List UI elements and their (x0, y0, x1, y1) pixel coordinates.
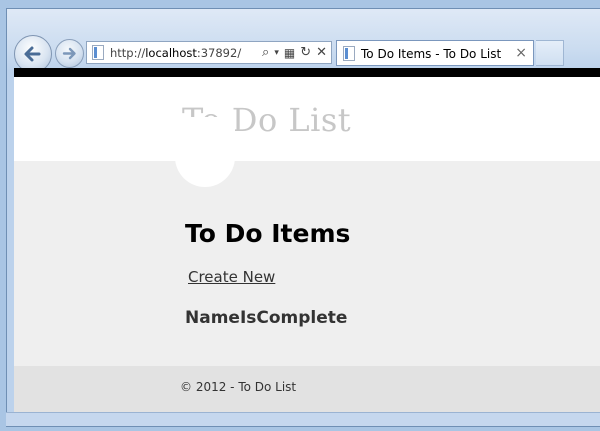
tab-title: To Do Items - To Do List (361, 47, 502, 61)
forward-button[interactable] (55, 39, 84, 68)
site-footer: © 2012 - To Do List (14, 366, 600, 412)
address-url[interactable]: http://localhost:37892/ (110, 46, 241, 60)
page-icon (343, 46, 355, 61)
page-viewport: To Do List To Do Items Create New NameIs… (14, 77, 600, 412)
window-bottom-frame (6, 412, 600, 426)
search-icon[interactable]: ⌕ (262, 44, 269, 62)
tab-active[interactable]: To Do Items - To Do List × (336, 40, 534, 66)
address-bar[interactable]: http://localhost:37892/ ⌕ ▾ ▦ ↻ ✕ (86, 41, 332, 64)
compatibility-view-icon[interactable]: ▦ (284, 44, 295, 62)
back-arrow-icon (24, 46, 41, 62)
stop-icon[interactable]: ✕ (316, 44, 327, 62)
refresh-icon[interactable]: ↻ (300, 44, 311, 62)
new-tab-button[interactable] (536, 40, 564, 66)
table-header: NameIsComplete (185, 308, 348, 328)
create-new-link[interactable]: Create New (188, 268, 275, 286)
address-tools: ⌕ ▾ ▦ ↻ ✕ (262, 44, 327, 62)
header-notch (175, 117, 235, 187)
page-icon (92, 45, 104, 60)
main-content: To Do Items Create New NameIsComplete (14, 117, 600, 366)
site-header: To Do List (14, 77, 600, 161)
forward-arrow-icon (62, 47, 76, 60)
tab-close-icon[interactable]: × (515, 45, 527, 61)
chevron-down-icon[interactable]: ▾ (274, 44, 279, 62)
page-title: To Do Items (185, 219, 351, 248)
browser-window: http://localhost:37892/ ⌕ ▾ ▦ ↻ ✕ To Do … (0, 0, 600, 431)
toolbar-divider (14, 68, 600, 77)
footer-copyright: © 2012 - To Do List (180, 380, 297, 394)
